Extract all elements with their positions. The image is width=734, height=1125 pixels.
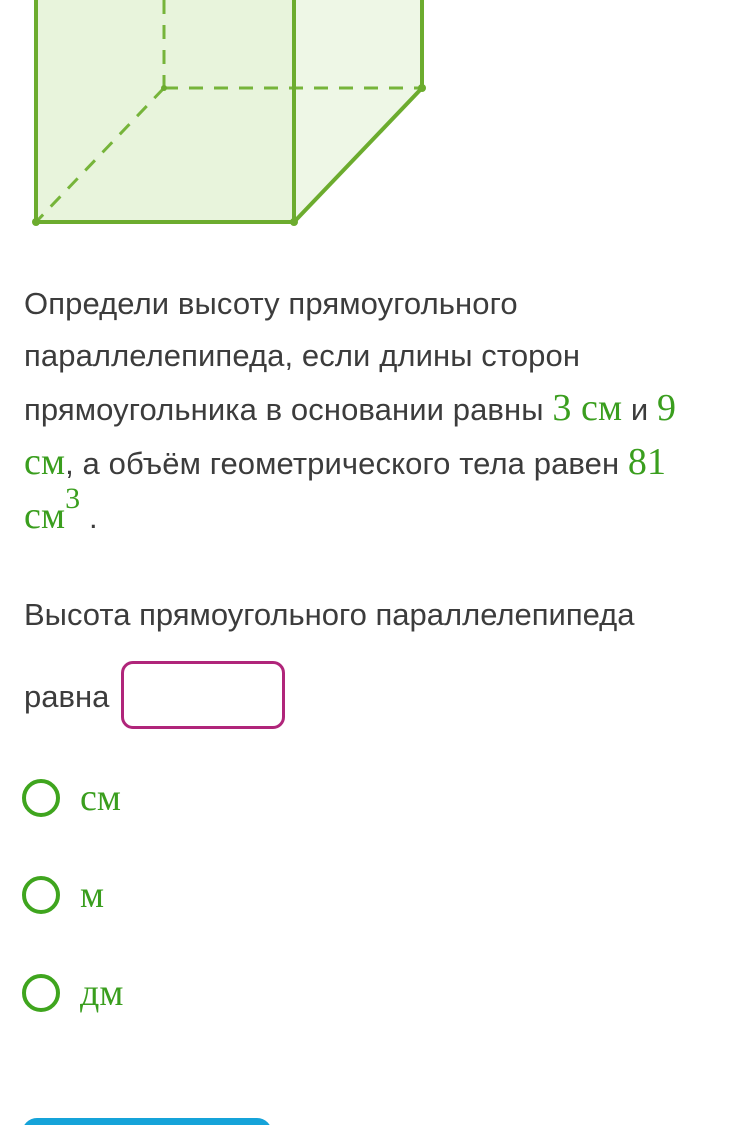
vertex-dot	[418, 84, 426, 92]
option-cm[interactable]: см	[22, 776, 121, 820]
vertex-dot	[161, 85, 167, 91]
answer-label: равна	[24, 679, 110, 714]
option-m[interactable]: м	[22, 873, 104, 917]
option-label: дм	[80, 972, 124, 1014]
vertex-dot	[290, 218, 298, 226]
radio-button[interactable]	[22, 876, 60, 914]
problem-statement: Определи высоту прямоугольного параллеле…	[24, 278, 714, 544]
radio-button[interactable]	[22, 974, 60, 1012]
problem-text: Определи высоту прямоугольного параллеле…	[24, 286, 581, 427]
radio-button[interactable]	[22, 779, 60, 817]
parallelepiped-figure	[32, 0, 426, 226]
problem-text: .	[80, 500, 98, 535]
problem-text: , а объём геометрического тела равен	[65, 446, 628, 481]
answer-input[interactable]	[121, 661, 286, 729]
option-label: м	[80, 874, 105, 916]
answer-row: равна	[24, 656, 286, 734]
vertex-dot	[32, 218, 40, 226]
option-label: см	[80, 777, 121, 819]
option-dm[interactable]: дм	[22, 971, 123, 1015]
figure-side-face	[294, 0, 422, 222]
volume-exponent: 3	[65, 482, 81, 516]
side-a-value: 3 см	[552, 387, 623, 429]
submit-button[interactable]	[22, 1118, 272, 1125]
question-text: Высота прямоугольного параллелепипеда	[24, 597, 635, 632]
problem-text: и	[622, 392, 657, 427]
